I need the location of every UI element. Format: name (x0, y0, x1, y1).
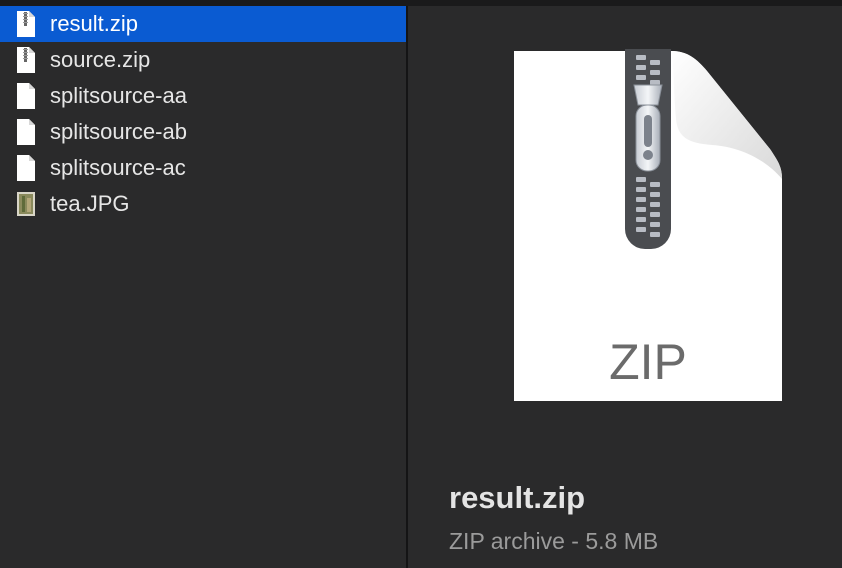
file-row-splitsource-ac[interactable]: splitsource-ac (0, 150, 406, 186)
file-name: result.zip (50, 11, 139, 36)
file-row-splitsource-ab[interactable]: splitsource-ab (0, 114, 406, 150)
blank-file-icon (17, 119, 35, 145)
preview-file-name: result.zip (449, 480, 586, 515)
zip-file-icon (17, 11, 35, 37)
file-list: result.zip source.zip splitsource-aa spl… (0, 6, 406, 568)
preview-file-meta: ZIP archive - 5.8 MB (449, 528, 659, 554)
file-name: source.zip (50, 47, 151, 72)
preview-pane: ZIP result.zip ZIP archive - 5.8 MB (408, 6, 842, 568)
file-name: splitsource-ab (50, 119, 187, 144)
file-name: splitsource-ac (50, 155, 186, 180)
zip-file-icon (17, 47, 35, 73)
image-thumbnail-icon (17, 192, 35, 216)
zip-archive-large-icon: ZIP (514, 49, 782, 401)
blank-file-icon (17, 83, 35, 109)
file-row-result-zip[interactable]: result.zip (0, 6, 406, 42)
file-row-source-zip[interactable]: source.zip (0, 42, 406, 78)
file-row-tea-jpg[interactable]: tea.JPG (0, 186, 406, 222)
file-name: splitsource-aa (50, 83, 187, 108)
file-row-splitsource-aa[interactable]: splitsource-aa (0, 78, 406, 114)
file-name: tea.JPG (50, 191, 130, 216)
blank-file-icon (17, 155, 35, 181)
zip-label: ZIP (609, 334, 687, 390)
